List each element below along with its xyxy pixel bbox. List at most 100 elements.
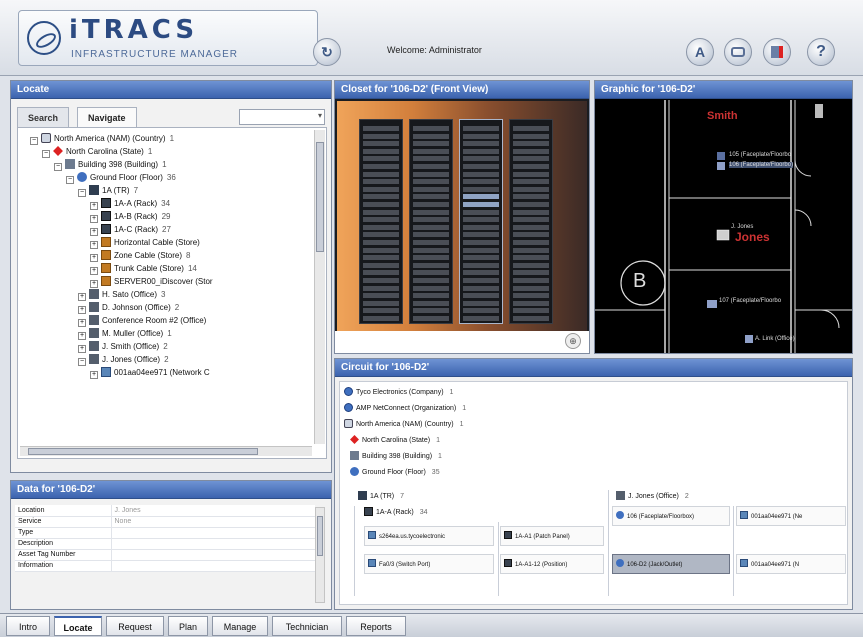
circuit-switch-port[interactable]: Fa0/3 (Switch Port): [364, 554, 494, 574]
collapse-icon[interactable]: −: [78, 189, 86, 197]
tree-item-count: 29: [161, 212, 171, 221]
circuit-hierarchy-item[interactable]: Tyco Electronics (Company) 1: [344, 386, 453, 400]
expand-icon[interactable]: +: [78, 319, 86, 327]
collapse-icon[interactable]: −: [30, 137, 38, 145]
expand-icon[interactable]: +: [90, 254, 98, 262]
data-value[interactable]: J. Jones: [111, 505, 315, 517]
data-row[interactable]: Type: [15, 527, 315, 539]
expand-icon[interactable]: +: [90, 280, 98, 288]
tab-navigate[interactable]: Navigate: [77, 107, 137, 127]
print-button[interactable]: [763, 38, 791, 66]
data-value[interactable]: [111, 527, 315, 539]
circuit-faceplate[interactable]: 106 (Faceplate/Floorbox): [612, 506, 730, 526]
bottom-tab-locate[interactable]: Locate: [54, 616, 102, 636]
scroll-thumb[interactable]: [317, 516, 323, 556]
tree-item[interactable]: − Building 398 (Building) 1: [18, 158, 314, 171]
bottom-tab-plan[interactable]: Plan: [168, 616, 208, 636]
tree-item[interactable]: +001aa04ee971 (Network C: [18, 366, 314, 379]
data-row[interactable]: Asset Tag Number: [15, 549, 315, 561]
expand-icon[interactable]: +: [90, 241, 98, 249]
bottom-tab-reports[interactable]: Reports: [346, 616, 406, 636]
bottom-tab-manage[interactable]: Manage: [212, 616, 268, 636]
help-button[interactable]: ?: [807, 38, 835, 66]
data-row[interactable]: Location J. Jones: [15, 505, 315, 517]
bottom-tab-intro[interactable]: Intro: [6, 616, 50, 636]
zoom-icon[interactable]: ⊕: [565, 333, 581, 349]
tab-search[interactable]: Search: [17, 107, 70, 127]
circuit-tr[interactable]: 1A (TR) 7: [358, 490, 404, 504]
tree-item[interactable]: + Conference Room #2 (Office): [18, 314, 314, 327]
circuit-hierarchy-item[interactable]: North America (NAM) (Country) 1: [344, 418, 464, 432]
data-row[interactable]: Service None: [15, 516, 315, 528]
expand-icon[interactable]: +: [90, 228, 98, 236]
tree-item[interactable]: + D. Johnson (Office) 2: [18, 301, 314, 314]
expand-icon[interactable]: +: [90, 202, 98, 210]
scroll-thumb[interactable]: [28, 448, 258, 455]
tree-item[interactable]: + Trunk Cable (Store) 14: [18, 262, 314, 275]
expand-icon[interactable]: +: [78, 345, 86, 353]
circuit-network-device[interactable]: 001aa04ee971 (Ne: [736, 506, 846, 526]
circuit-network-port[interactable]: 001aa04ee971 (N: [736, 554, 846, 574]
expand-icon[interactable]: +: [90, 267, 98, 275]
collapse-icon[interactable]: −: [78, 358, 86, 366]
circuit-hierarchy-label: Tyco Electronics (Company): [356, 389, 444, 396]
scroll-thumb[interactable]: [316, 142, 324, 252]
tree-item[interactable]: − North Carolina (State) 1: [18, 145, 314, 158]
tree-item[interactable]: − J. Jones (Office) 2: [18, 353, 314, 366]
store-icon: [101, 263, 111, 273]
expand-icon[interactable]: +: [90, 215, 98, 223]
circuit-switch[interactable]: s264ea.us.tycoelectronic: [364, 526, 494, 546]
rack-unit: [413, 240, 449, 245]
tree-vertical-scrollbar[interactable]: [314, 130, 325, 444]
data-row[interactable]: Description: [15, 538, 315, 550]
bottom-tab-technician[interactable]: Technician: [272, 616, 342, 636]
rack-front-view[interactable]: [359, 119, 403, 324]
rack-front-view[interactable]: [509, 119, 553, 324]
circuit-jack-selected[interactable]: 106-D2 (Jack/Outlet): [612, 554, 730, 574]
expand-icon[interactable]: +: [78, 332, 86, 340]
floor-plan-graphic[interactable]: Smith 105 (Faceplate/Floorbo 106 (Facepl…: [595, 100, 852, 353]
data-vertical-scrollbar[interactable]: [315, 507, 325, 603]
a-button[interactable]: A: [686, 38, 714, 66]
data-value[interactable]: [111, 538, 315, 550]
tree-item[interactable]: − 1A (TR) 7: [18, 184, 314, 197]
circuit-hierarchy-item[interactable]: AMP NetConnect (Organization) 1: [344, 402, 466, 416]
refresh-button[interactable]: ↻: [313, 38, 341, 66]
expand-icon[interactable]: +: [78, 306, 86, 314]
data-value[interactable]: [111, 549, 315, 561]
rack-front-view[interactable]: [409, 119, 453, 324]
collapse-icon[interactable]: −: [66, 176, 74, 184]
tree-item[interactable]: − North America (NAM) (Country) 1: [18, 132, 314, 145]
network-button[interactable]: [724, 38, 752, 66]
data-row[interactable]: Information: [15, 560, 315, 572]
rack-front-view[interactable]: [459, 119, 503, 324]
navigate-select[interactable]: ▾: [239, 109, 325, 125]
tree-horizontal-scrollbar[interactable]: [20, 446, 312, 456]
circuit-office[interactable]: J. Jones (Office) 2: [616, 490, 689, 504]
rack-unit: [463, 308, 499, 314]
circuit-hierarchy-item[interactable]: North Carolina (State) 1: [350, 434, 440, 448]
collapse-icon[interactable]: −: [54, 163, 62, 171]
circuit-position[interactable]: 1A-A1-12 (Position): [500, 554, 604, 574]
tree-item[interactable]: + J. Smith (Office) 2: [18, 340, 314, 353]
tree-item[interactable]: − Ground Floor (Floor) 36: [18, 171, 314, 184]
tree-item[interactable]: +1A-A (Rack) 34: [18, 197, 314, 210]
closet-front-view[interactable]: [337, 101, 587, 331]
bottom-tab-request[interactable]: Request: [106, 616, 164, 636]
circuit-hierarchy-item[interactable]: Building 398 (Building) 1: [350, 450, 442, 464]
tree-item[interactable]: + Zone Cable (Store) 8: [18, 249, 314, 262]
data-value[interactable]: None: [111, 516, 315, 528]
tree-item[interactable]: + M. Muller (Office) 1: [18, 327, 314, 340]
tree-item[interactable]: + Horizontal Cable (Store): [18, 236, 314, 249]
tree-item[interactable]: + H. Sato (Office) 3: [18, 288, 314, 301]
circuit-hierarchy-item[interactable]: Ground Floor (Floor) 35: [350, 466, 440, 480]
tree-item[interactable]: +1A-C (Rack) 27: [18, 223, 314, 236]
tree-item[interactable]: +1A-B (Rack) 29: [18, 210, 314, 223]
circuit-patch-panel[interactable]: 1A-A1 (Patch Panel): [500, 526, 604, 546]
data-value[interactable]: [111, 560, 315, 572]
circuit-rack[interactable]: 1A-A (Rack) 34: [364, 506, 428, 520]
tree-item[interactable]: + SERVER00_iDiscover (Stor: [18, 275, 314, 288]
collapse-icon[interactable]: −: [42, 150, 50, 158]
expand-icon[interactable]: +: [90, 371, 98, 379]
expand-icon[interactable]: +: [78, 293, 86, 301]
